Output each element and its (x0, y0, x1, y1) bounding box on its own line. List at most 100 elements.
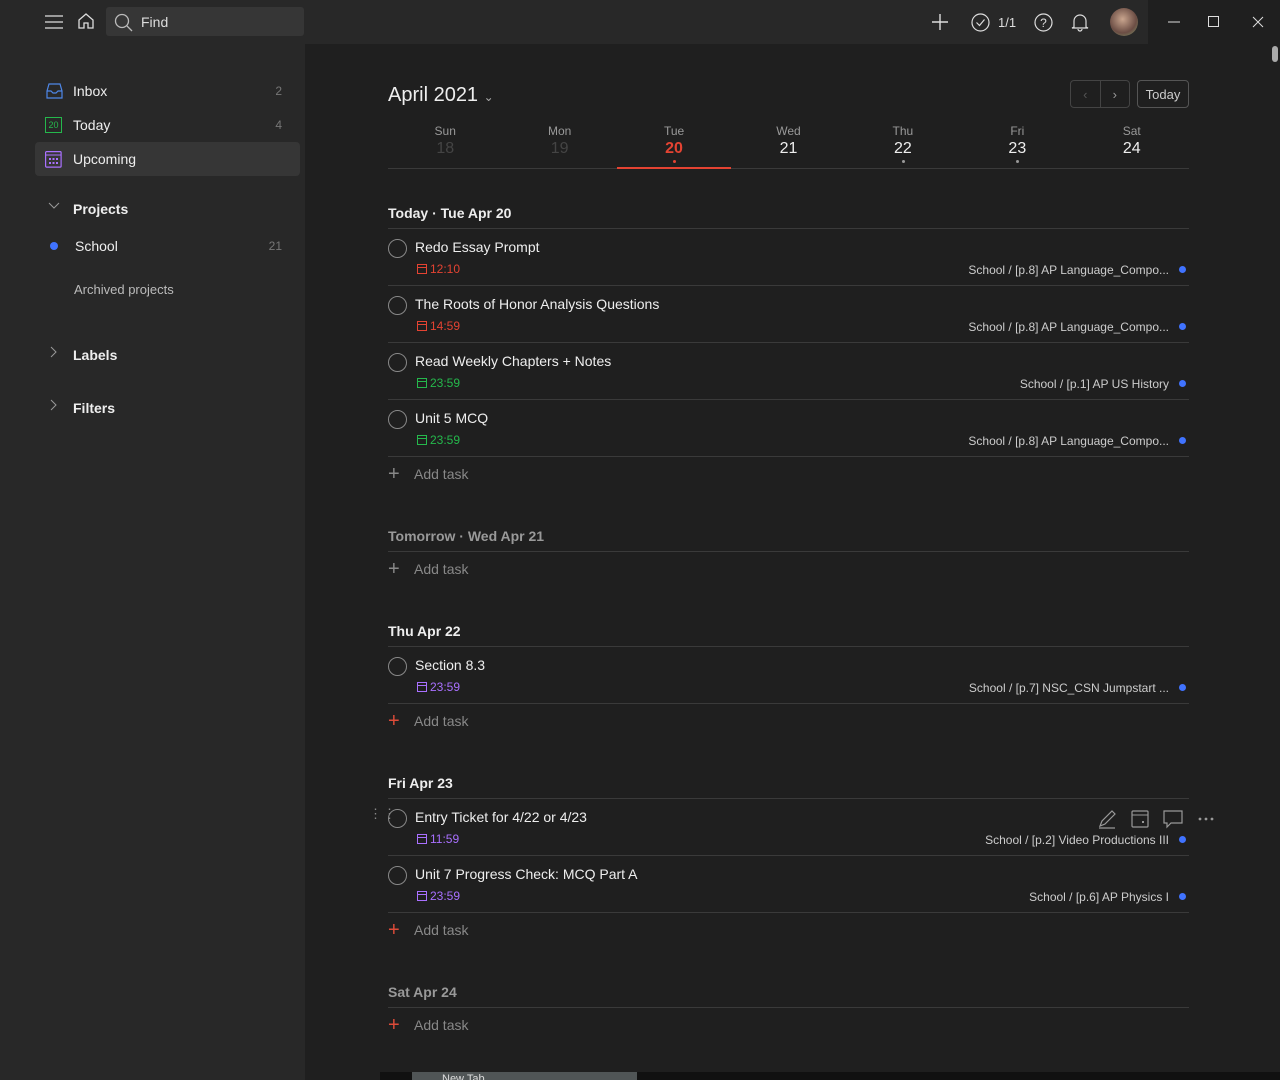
maximize-icon[interactable] (1204, 12, 1224, 32)
task-title[interactable]: Unit 7 Progress Check: MCQ Part A (415, 866, 638, 882)
task-due[interactable]: 23:59 (417, 680, 460, 694)
previous-week-button[interactable]: ‹ (1071, 81, 1101, 107)
task-project[interactable]: School / [p.8] AP Language_Compo... (968, 263, 1169, 277)
task-title[interactable]: Entry Ticket for 4/22 or 4/23 (415, 809, 587, 825)
scrollbar-thumb[interactable] (1272, 46, 1278, 62)
task-project[interactable]: School / [p.2] Video Productions III (985, 833, 1169, 847)
task-project[interactable]: School / [p.8] AP Language_Compo... (968, 320, 1169, 334)
task-project[interactable]: School / [p.8] AP Language_Compo... (968, 434, 1169, 448)
day-date: 22 (894, 140, 912, 157)
task-item[interactable]: Unit 7 Progress Check: MCQ Part A 23:59 … (388, 856, 1189, 913)
add-task-plus-icon[interactable] (930, 12, 950, 32)
day-section: Sat Apr 24 + Add task (388, 976, 1189, 1042)
task-title[interactable]: Redo Essay Prompt (415, 239, 540, 255)
has-tasks-dot (673, 160, 677, 163)
karma-count[interactable]: 1/1 (998, 15, 1016, 30)
avatar[interactable] (1110, 8, 1138, 36)
home-icon[interactable] (76, 11, 96, 31)
sidebar-item-upcoming[interactable]: Upcoming (35, 142, 300, 176)
chevron-down-icon[interactable] (48, 200, 60, 212)
task-list: Today · Tue Apr 20 Redo Essay Prompt 12:… (369, 197, 1214, 1071)
has-tasks-dot (1016, 160, 1020, 163)
month-title: April 2021 (388, 84, 479, 106)
chevron-right-icon[interactable] (48, 399, 60, 411)
task-checkbox[interactable] (388, 866, 407, 885)
month-picker[interactable]: April 2021 ⌄ (388, 84, 494, 107)
task-checkbox[interactable] (388, 809, 407, 828)
section-header: Thu Apr 22 (388, 615, 1189, 647)
task-due[interactable]: 14:59 (417, 319, 460, 333)
labels-heading[interactable]: Labels (73, 347, 117, 363)
task-item[interactable]: ⋮⋮ Entry Ticket for 4/22 or 4/23 11:59 S… (369, 799, 1214, 856)
help-icon[interactable]: ? (1033, 12, 1053, 32)
menu-icon[interactable] (44, 12, 64, 32)
project-color-dot (50, 242, 58, 250)
task-project[interactable]: School / [p.1] AP US History (1020, 377, 1169, 391)
task-checkbox[interactable] (388, 657, 407, 676)
projects-heading[interactable]: Projects (73, 201, 128, 217)
task-due[interactable]: 23:59 (417, 376, 460, 390)
task-item[interactable]: The Roots of Honor Analysis Questions 14… (388, 286, 1189, 343)
task-due[interactable]: 12:10 (417, 262, 460, 276)
task-checkbox[interactable] (388, 353, 407, 372)
edit-pencil-icon[interactable] (1097, 809, 1117, 829)
task-checkbox[interactable] (388, 410, 407, 429)
schedule-icon[interactable] (1131, 809, 1149, 829)
task-item[interactable]: Unit 5 MCQ 23:59 School / [p.8] AP Langu… (388, 400, 1189, 457)
add-task-button[interactable]: + Add task (388, 1008, 1189, 1042)
task-title[interactable]: The Roots of Honor Analysis Questions (415, 296, 659, 312)
sidebar-project-school[interactable]: School 21 (35, 229, 300, 263)
task-item[interactable]: Redo Essay Prompt 12:10 School / [p.8] A… (388, 229, 1189, 286)
day-date: 20 (665, 140, 683, 157)
task-item[interactable]: Section 8.3 23:59 School / [p.7] NSC_CSN… (388, 647, 1189, 704)
task-title[interactable]: Section 8.3 (415, 657, 485, 673)
task-project[interactable]: School / [p.6] AP Physics I (1029, 890, 1169, 904)
minimize-icon[interactable] (1164, 12, 1184, 32)
scrollbar[interactable] (1270, 44, 1280, 1080)
day-date: 24 (1122, 140, 1141, 157)
upcoming-calendar-icon (45, 150, 62, 168)
section-header: Tomorrow · Wed Apr 21 (388, 520, 1189, 552)
productivity-check-icon[interactable] (970, 12, 990, 32)
day-mon[interactable]: Mon 19 (502, 124, 616, 168)
section-header: Today · Tue Apr 20 (388, 197, 1189, 229)
day-section: Thu Apr 22 Section 8.3 23:59 School / [p… (388, 615, 1189, 738)
task-project[interactable]: School / [p.7] NSC_CSN Jumpstart ... (969, 681, 1169, 695)
search-input[interactable]: Find (106, 7, 304, 36)
task-due[interactable]: 23:59 (417, 889, 460, 903)
day-sat[interactable]: Sat 24 (1075, 124, 1189, 168)
archived-projects-link[interactable]: Archived projects (74, 282, 174, 297)
add-task-button[interactable]: + Add task (388, 552, 1189, 586)
add-task-button[interactable]: + Add task (388, 913, 1189, 947)
add-task-button[interactable]: + Add task (388, 457, 1189, 491)
more-options-icon[interactable] (1197, 809, 1215, 829)
next-week-button[interactable]: › (1101, 81, 1130, 107)
day-thu[interactable]: Thu 22 (846, 124, 960, 168)
filters-heading[interactable]: Filters (73, 400, 115, 416)
sidebar-item-today[interactable]: 20 Today 4 (35, 108, 300, 142)
day-wed[interactable]: Wed 21 (731, 124, 845, 168)
browser-tab[interactable]: New Tab (412, 1072, 637, 1080)
task-checkbox[interactable] (388, 296, 407, 315)
plus-icon: + (388, 918, 400, 941)
task-due[interactable]: 11:59 (417, 832, 459, 846)
day-fri[interactable]: Fri 23 (960, 124, 1074, 168)
task-title[interactable]: Unit 5 MCQ (415, 410, 488, 426)
today-button[interactable]: Today (1137, 80, 1189, 108)
task-item[interactable]: Read Weekly Chapters + Notes 23:59 Schoo… (388, 343, 1189, 400)
task-due[interactable]: 23:59 (417, 433, 460, 447)
comment-icon[interactable] (1163, 809, 1183, 829)
chevron-down-icon: ⌄ (483, 90, 494, 104)
day-sun[interactable]: Sun 18 (388, 124, 502, 168)
task-title[interactable]: Read Weekly Chapters + Notes (415, 353, 611, 369)
project-color-dot (1179, 380, 1186, 387)
sidebar-item-inbox[interactable]: Inbox 2 (35, 74, 300, 108)
due-time: 12:10 (430, 262, 461, 276)
add-task-button[interactable]: + Add task (388, 704, 1189, 738)
chevron-right-icon[interactable] (48, 346, 60, 358)
close-icon[interactable] (1248, 12, 1268, 32)
day-section: Tomorrow · Wed Apr 21 + Add task (388, 520, 1189, 586)
day-tue[interactable]: Tue 20 (616, 124, 732, 169)
task-checkbox[interactable] (388, 239, 407, 258)
notifications-bell-icon[interactable] (1070, 11, 1090, 33)
